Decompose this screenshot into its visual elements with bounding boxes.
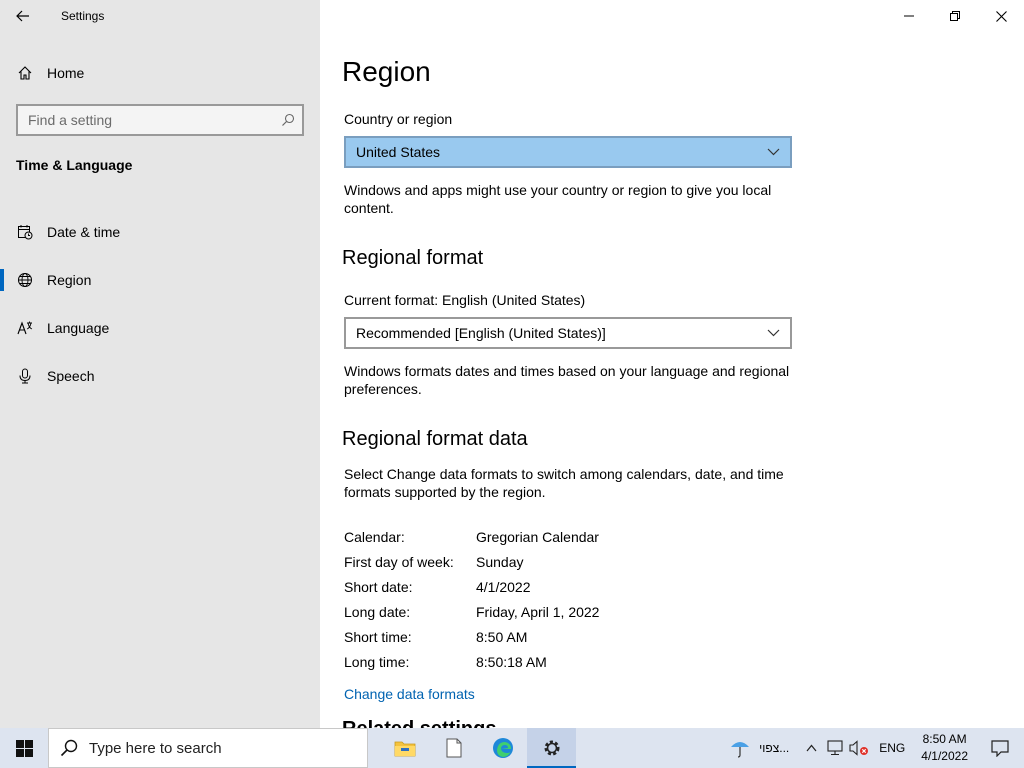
format-data-heading: Regional format data [342,428,528,450]
app-title: Settings [61,9,105,23]
action-center-button[interactable] [976,728,1024,768]
section-title: Time & Language [16,157,133,173]
country-value: United States [356,144,441,160]
microphone-icon [17,368,33,384]
format-data-row: Short time: 8:50 AM [344,624,599,649]
windows-logo-icon [15,739,33,757]
country-dropdown[interactable]: United States [344,136,792,168]
volume-muted-icon [849,740,869,756]
country-label: Country or region [344,111,453,127]
format-data-row: Long date: Friday, April 1, 2022 [344,599,599,624]
title-bar-left: Settings [0,0,320,32]
edge-browser-icon [492,738,513,758]
weather-widget[interactable]: צפוי... [719,728,799,768]
format-data-row: Short date: 4/1/2022 [344,574,599,599]
search-icon[interactable] [274,113,302,127]
sidebar: Settings Home Time & Language Date & tim… [0,0,320,728]
system-tray: צפוי... ENG 8:50 AM 4/1/2022 [719,728,1024,768]
format-value: Recommended [English (United States)] [356,325,606,341]
network-icon [827,740,843,756]
change-data-formats-link[interactable]: Change data formats [344,686,475,702]
umbrella-icon [731,742,750,758]
notification-icon [991,739,1009,757]
chevron-down-icon [767,329,780,337]
find-setting-input[interactable] [18,112,274,128]
start-button[interactable] [0,728,48,768]
language-icon [17,320,33,336]
back-button[interactable] [0,0,46,32]
chevron-up-icon [806,744,817,752]
regional-format-heading: Regional format [342,247,484,269]
notepad-button[interactable] [429,728,478,768]
sidebar-item-language[interactable]: Language [0,304,320,352]
format-data-value: 8:50:18 AM [476,653,547,670]
format-data-row: Long time: 8:50:18 AM [344,649,599,674]
sidebar-item-label: Speech [47,368,95,384]
format-data-key: Long date: [344,603,411,620]
format-data-key: First day of week: [344,553,454,570]
sidebar-item-date-time[interactable]: Date & time [0,208,320,256]
taskbar: צפוי... ENG 8:50 AM 4/1/2022 [0,728,1024,768]
network-button[interactable] [823,728,847,768]
sidebar-item-label: Region [47,272,92,288]
document-icon [446,738,461,758]
settings-taskbar-button[interactable] [527,728,576,768]
weather-text: צפוי... [759,741,790,755]
gear-icon [544,740,559,756]
sidebar-item-label: Date & time [47,224,121,240]
format-data-key: Short date: [344,578,413,595]
home-icon [17,65,33,81]
format-data-key: Calendar: [344,528,405,545]
related-settings-heading: Related settings [342,718,496,728]
format-data-table: Calendar: Gregorian Calendar First day o… [344,524,599,674]
input-language-indicator[interactable]: ENG [871,741,913,755]
file-explorer-button[interactable] [380,728,429,768]
show-hidden-icons-button[interactable] [799,728,823,768]
taskbar-search-box [48,728,368,768]
chevron-down-icon [767,148,780,156]
minimize-button[interactable] [886,0,932,32]
close-button[interactable] [978,0,1024,32]
format-description: Windows formats dates and times based on… [344,363,790,397]
search-icon [49,739,89,757]
format-data-value: Gregorian Calendar [476,528,599,545]
sidebar-item-speech[interactable]: Speech [0,352,320,400]
format-data-value: Friday, April 1, 2022 [476,603,600,620]
find-setting-box [16,104,304,136]
home-label: Home [47,65,85,81]
clock-time: 8:50 AM [922,732,967,746]
current-format-label: Current format: English (United States) [344,292,586,308]
restore-icon [950,11,960,21]
sidebar-item-label: Language [47,320,110,336]
main-panel: Region Country or region United States W… [320,0,1024,728]
page-title: Region [342,56,431,87]
window-controls [886,0,1024,32]
nav-list: Date & time Region Language Speech [0,208,320,400]
country-description: Windows and apps might use your country … [344,182,772,216]
minimize-icon [904,15,914,17]
close-icon [995,10,1007,22]
restore-button[interactable] [932,0,978,32]
format-data-key: Long time: [344,653,410,670]
volume-button[interactable] [847,728,871,768]
folder-icon [394,741,415,757]
format-data-value: Sunday [476,553,524,570]
clock-date: 4/1/2022 [921,749,968,763]
format-data-description: Select Change data formats to switch amo… [344,466,784,500]
calendar-clock-icon [17,224,33,240]
home-nav-item[interactable]: Home [0,58,320,88]
edge-button[interactable] [478,728,527,768]
format-data-row: First day of week: Sunday [344,549,599,574]
format-dropdown[interactable]: Recommended [English (United States)] [344,317,792,349]
sidebar-item-region[interactable]: Region [0,256,320,304]
format-data-key: Short time: [344,628,412,645]
taskbar-clock[interactable]: 8:50 AM 4/1/2022 [913,731,976,765]
globe-icon [17,272,33,288]
format-data-value: 8:50 AM [476,628,528,645]
back-arrow-icon [16,10,29,22]
format-data-value: 4/1/2022 [476,578,531,595]
format-data-row: Calendar: Gregorian Calendar [344,524,599,549]
taskbar-search-input[interactable] [89,739,349,757]
